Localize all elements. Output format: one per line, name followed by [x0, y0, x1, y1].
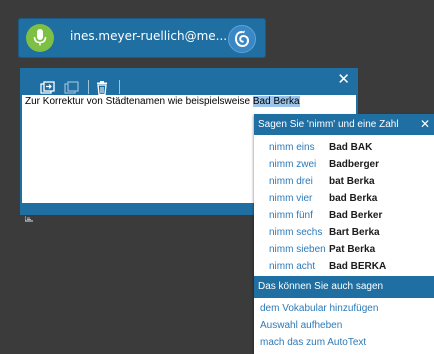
correction-command: nimm sechs — [269, 227, 323, 238]
toolbar-divider — [88, 80, 89, 94]
correction-word: Bad BERKA — [329, 261, 387, 272]
cancel-selection-option[interactable]: Auswahl aufheben — [254, 317, 434, 334]
user-profile-name[interactable]: ines.meyer-ruellich@me... — [70, 29, 227, 43]
correction-menu-title: Sagen Sie 'nimm' und eine Zahl — [258, 119, 399, 130]
correction-candidates: nimm eins Bad BAK nimm zwei Badberger ni… — [254, 135, 434, 275]
correction-word: Bad BAK — [329, 142, 373, 153]
resize-grip-icon[interactable] — [24, 207, 33, 222]
microphone-icon — [33, 29, 47, 46]
correction-item-5[interactable]: nimm fünf Bad Berker — [254, 207, 434, 224]
dictation-box-close-button[interactable]: ✕ — [337, 70, 350, 88]
dictation-box-toolbar — [40, 78, 120, 96]
correction-item-1[interactable]: nimm eins Bad BAK — [254, 139, 434, 156]
correction-word: Pat Berka — [329, 244, 376, 255]
dictation-text: Zur Korrektur von Städtenamen wie beispi… — [25, 96, 253, 107]
correction-item-4[interactable]: nimm vier bad Berka — [254, 190, 434, 207]
correction-word: Bad Berker — [329, 210, 383, 221]
correction-word: bat Berka — [329, 176, 375, 187]
correction-menu-header: Sagen Sie 'nimm' und eine Zahl ✕ — [254, 114, 434, 135]
correction-item-6[interactable]: nimm sechs Bart Berka — [254, 224, 434, 241]
correction-word: bad Berka — [329, 193, 378, 204]
transfer-disabled-icon — [64, 80, 82, 94]
correction-menu-close-button[interactable]: ✕ — [420, 114, 430, 135]
correction-command: nimm vier — [269, 193, 313, 204]
dragon-logo-icon — [234, 30, 250, 48]
also-say-header: Das können Sie auch sagen — [254, 276, 434, 298]
correction-command: nimm drei — [269, 176, 313, 187]
add-to-vocabulary-option[interactable]: dem Vokabular hinzufügen — [254, 300, 434, 317]
correction-command: nimm eins — [269, 142, 315, 153]
user-bar: ines.meyer-ruellich@me... — [18, 18, 266, 58]
make-autotext-option[interactable]: mach das zum AutoText — [254, 334, 434, 351]
selected-text: Bad Berka — [252, 96, 300, 107]
correction-item-2[interactable]: nimm zwei Badberger — [254, 156, 434, 173]
correction-command: nimm sieben — [269, 244, 326, 255]
correction-item-8[interactable]: nimm acht Bad BERKA — [254, 258, 434, 275]
correction-item-7[interactable]: nimm sieben Pat Berka — [254, 241, 434, 258]
dragon-menu-button[interactable] — [228, 25, 256, 53]
correction-command: nimm acht — [269, 261, 316, 272]
toolbar-divider — [119, 80, 120, 94]
trash-icon[interactable] — [95, 80, 113, 96]
correction-command: nimm zwei — [269, 159, 317, 170]
correction-menu: Sagen Sie 'nimm' und eine Zahl ✕ nimm ei… — [254, 114, 434, 354]
correction-word: Badberger — [329, 159, 380, 170]
screen: ines.meyer-ruellich@me... ✕ Zur Korrektu… — [0, 0, 434, 354]
correction-command: nimm fünf — [269, 210, 313, 221]
also-say-list: dem Vokabular hinzufügen Auswahl aufhebe… — [254, 300, 434, 351]
correction-word: Bart Berka — [329, 227, 380, 238]
microphone-button[interactable] — [26, 24, 54, 52]
transfer-text-icon[interactable] — [40, 80, 58, 94]
correction-item-3[interactable]: nimm drei bat Berka — [254, 173, 434, 190]
